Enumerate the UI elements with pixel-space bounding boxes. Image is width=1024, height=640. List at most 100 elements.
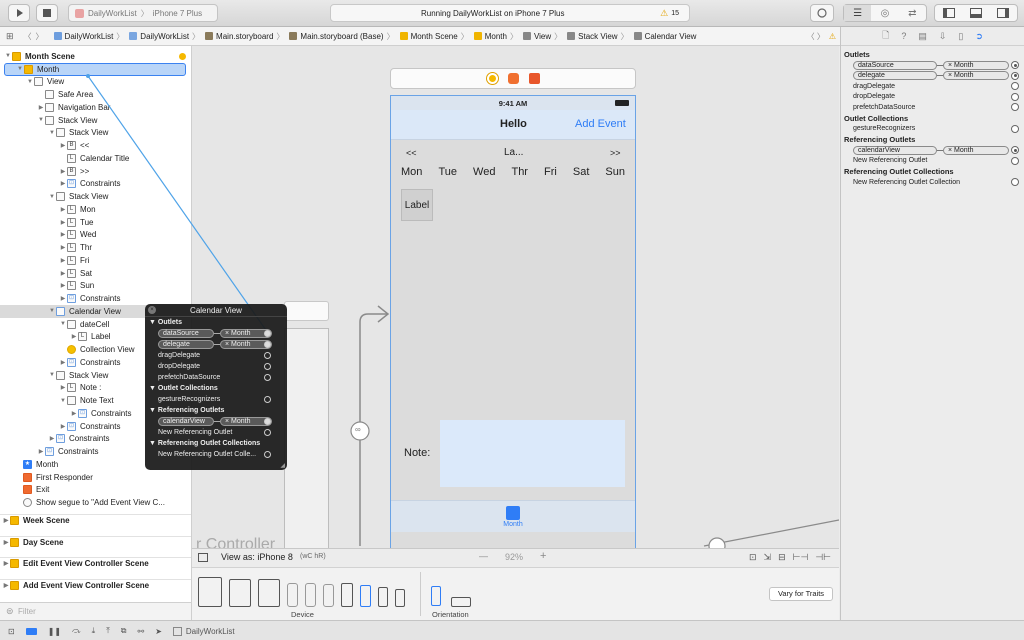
disclosure-triangle-icon[interactable]: ▶ [59, 257, 67, 264]
outline-row[interactable]: ▼ Stack View [0, 190, 191, 203]
disclosure-triangle-icon[interactable]: ▼ [26, 79, 34, 85]
month-scene-frame[interactable]: 9:41 AM Hello Add Event << La... >> Mon T… [390, 95, 636, 548]
disclosure-triangle-icon[interactable]: ▼ [48, 194, 56, 200]
connection-circle-icon[interactable] [1011, 92, 1019, 101]
hide-debug-icon[interactable]: ⊡ [8, 627, 15, 636]
outline-row[interactable]: Show segue to "Add Event View C... [0, 496, 191, 509]
outline-row[interactable]: ▶ ⊡ Constraints [0, 178, 191, 191]
outline-row[interactable]: Safe Area [0, 88, 191, 101]
outline-row[interactable]: ▶ L Tue [0, 216, 191, 229]
disclosure-triangle-icon[interactable]: ▶ [59, 219, 67, 226]
portrait-icon[interactable] [431, 586, 441, 606]
ipad-icon[interactable] [258, 579, 280, 607]
connection-circle-icon[interactable] [1011, 124, 1019, 133]
disclosure-triangle-icon[interactable]: ▼ [48, 372, 56, 378]
disclosure-triangle-icon[interactable]: ▶ [2, 560, 10, 567]
connection-circle-icon[interactable] [264, 363, 271, 370]
add-event-button[interactable]: Add Event [575, 118, 626, 130]
pause-icon[interactable]: ❚❚ [48, 627, 61, 636]
outline-toggle-icon[interactable] [198, 553, 208, 562]
outline-row[interactable]: ▼ Month [4, 62, 186, 76]
disclosure-triangle-icon[interactable]: ▶ [70, 410, 78, 417]
breakpoints-icon[interactable] [25, 627, 37, 635]
disclosure-triangle-icon[interactable]: ▶ [59, 231, 67, 238]
outline-row[interactable]: ▶ L Sun [0, 280, 191, 293]
disclosure-triangle-icon[interactable]: ▶ [70, 333, 78, 340]
iphone-xr-icon[interactable] [305, 583, 316, 607]
ipad-pro-10-icon[interactable] [229, 579, 251, 607]
disclosure-triangle-icon[interactable]: ▶ [59, 142, 67, 149]
disclosure-triangle-icon[interactable]: ▶ [48, 435, 56, 442]
view-hierarchy-icon[interactable]: ⧉ [121, 626, 127, 636]
related-items-icon[interactable]: ⊞ [6, 31, 14, 42]
iphone-xs-icon[interactable] [323, 584, 334, 607]
vary-for-traits-button[interactable]: Vary for Traits [769, 587, 833, 601]
scene-row[interactable]: ▶ Add Event View Controller Scene [0, 578, 191, 592]
connection-circle-icon[interactable] [1011, 178, 1019, 187]
disclosure-triangle-icon[interactable]: ▶ [59, 384, 67, 391]
connection-circle-icon[interactable] [264, 451, 271, 458]
zoom-in-button[interactable]: + [540, 550, 546, 562]
prev-month-button[interactable]: << [406, 148, 417, 158]
connection-circle-icon[interactable] [1011, 103, 1019, 112]
connection-circle-icon[interactable] [1011, 82, 1019, 91]
disclosure-triangle-icon[interactable]: ▶ [59, 359, 67, 366]
connection-target[interactable]: × Month [943, 60, 1009, 70]
breadcrumb-item[interactable]: Month Scene 〉 [399, 31, 469, 42]
disclosure-triangle-icon[interactable]: ▼ [48, 130, 56, 136]
disclosure-triangle-icon[interactable]: ▼ [16, 66, 24, 72]
disclosure-triangle-icon[interactable]: ▶ [59, 270, 67, 277]
file-inspector-icon[interactable]: 🗋 [882, 28, 889, 44]
note-text-view[interactable] [440, 420, 625, 487]
update-frames-icon[interactable]: ⊡ [749, 552, 757, 563]
connection-circle-icon[interactable] [264, 330, 271, 337]
connection-circle-icon[interactable] [1011, 71, 1019, 80]
attributes-inspector-icon[interactable]: ⇩ [939, 31, 947, 42]
outline-row[interactable]: ▶ Navigation Bar [0, 101, 191, 114]
segue-icon[interactable]: ∞ [355, 425, 361, 434]
outline-row[interactable]: First Responder [0, 471, 191, 484]
tab-item-icon[interactable] [506, 505, 520, 520]
outline-row[interactable]: ▼ View [0, 76, 191, 89]
outline-row[interactable]: Exit [0, 484, 191, 497]
location-icon[interactable]: ➤ [155, 627, 162, 636]
outline-row[interactable]: ▶ B >> [0, 165, 191, 178]
iphone-xs-max-icon[interactable] [287, 583, 298, 607]
tab-item-month[interactable]: Month [503, 521, 522, 528]
breadcrumb-item[interactable]: DailyWorkList 〉 [53, 31, 124, 42]
zoom-out-button[interactable]: — [479, 551, 488, 561]
disclosure-triangle-icon[interactable]: ▼ [59, 398, 67, 404]
disclosure-triangle-icon[interactable]: ▼ [37, 117, 45, 123]
connection-circle-icon[interactable] [264, 374, 271, 381]
assistant-editor-button[interactable]: ◎ [871, 5, 898, 21]
library-button[interactable] [810, 4, 834, 22]
run-button[interactable] [8, 4, 30, 22]
connection-circle-icon[interactable] [264, 352, 271, 359]
close-icon[interactable]: × [148, 306, 156, 314]
disclosure-triangle-icon[interactable]: ▶ [37, 448, 45, 455]
breadcrumb-item[interactable]: Month 〉 [473, 31, 518, 42]
outline-row[interactable]: ▶ L Thr [0, 241, 191, 254]
first-responder-icon[interactable] [507, 73, 519, 84]
outline-row[interactable]: ▼ Stack View [0, 127, 191, 140]
size-inspector-icon[interactable]: ▯ [958, 31, 963, 42]
disclosure-triangle-icon[interactable]: ▼ [48, 308, 56, 314]
connection-circle-icon[interactable] [264, 341, 271, 348]
view-as-label[interactable]: View as: iPhone 8 [221, 552, 293, 562]
add-constraints-icon[interactable]: ⊢⊣ [793, 552, 809, 563]
outline-row[interactable]: ▼ Stack View [0, 114, 191, 127]
exit-icon[interactable] [528, 73, 540, 84]
outline-row[interactable]: ▶ B << [0, 139, 191, 152]
outline-row[interactable]: L Calendar Title [0, 152, 191, 165]
iphone-se-icon[interactable] [378, 587, 388, 607]
landscape-icon[interactable] [451, 597, 471, 607]
filter-input[interactable]: Filter [18, 607, 36, 616]
calendar-view[interactable]: Label [399, 184, 629, 412]
disclosure-triangle-icon[interactable]: ▶ [37, 104, 45, 111]
disclosure-triangle-icon[interactable]: ▶ [2, 582, 10, 589]
scene-row[interactable]: ▶ Day Scene [0, 535, 191, 549]
forward-icon[interactable]: 〉 [36, 31, 44, 42]
connection-circle-icon[interactable] [1011, 146, 1019, 155]
disclosure-triangle-icon[interactable]: ▼ [59, 321, 67, 327]
inspector-toggle-icon[interactable] [990, 5, 1017, 21]
